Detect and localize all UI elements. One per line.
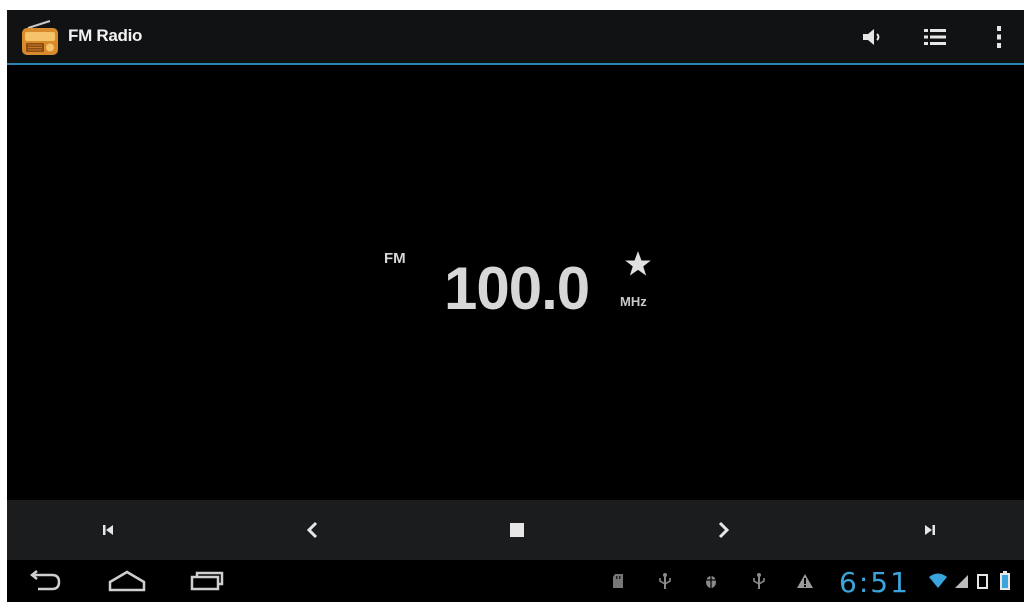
- back-icon: [29, 570, 61, 591]
- usb-debug-icon: [701, 571, 721, 591]
- playback-controls: [7, 500, 1024, 560]
- speaker-button[interactable]: [855, 20, 889, 54]
- overflow-menu-button[interactable]: [982, 20, 1016, 54]
- star-icon[interactable]: [624, 250, 652, 278]
- list-icon: [924, 29, 946, 45]
- screen: FM Radio FM 100.0 MHz 6:51: [7, 10, 1024, 602]
- battery-icon: [995, 571, 1015, 591]
- signal-strength-icon: [973, 571, 993, 591]
- usb-icon: [655, 571, 675, 591]
- speaker-icon: [863, 29, 880, 45]
- skip-next-icon: [925, 525, 935, 535]
- home-button[interactable]: [102, 567, 152, 595]
- action-bar: FM Radio: [7, 10, 1024, 65]
- app-title: FM Radio: [68, 26, 143, 45]
- seek-back-button[interactable]: [296, 514, 328, 546]
- recent-apps-icon: [190, 571, 224, 591]
- wifi-icon: [928, 571, 948, 591]
- band-label: FM: [384, 250, 406, 267]
- back-button[interactable]: [22, 567, 66, 595]
- recent-apps-button[interactable]: [185, 567, 229, 595]
- seek-back-icon: [306, 521, 318, 539]
- system-bar: 6:51: [7, 560, 1024, 602]
- seek-forward-button[interactable]: [708, 514, 740, 546]
- next-channel-button[interactable]: [914, 514, 946, 546]
- channel-list-button[interactable]: [918, 20, 952, 54]
- clock: 6:51: [839, 566, 910, 599]
- seek-forward-icon: [718, 521, 730, 539]
- stop-icon: [510, 523, 524, 537]
- frequency-unit: MHz: [620, 294, 647, 309]
- skip-previous-icon: [103, 525, 113, 535]
- radio-icon[interactable]: [20, 19, 60, 57]
- sd-card-icon: [609, 571, 629, 591]
- usb-icon: [749, 571, 769, 591]
- signal-icon: [951, 571, 971, 591]
- previous-channel-button[interactable]: [92, 514, 124, 546]
- overflow-menu-icon: [997, 26, 1001, 48]
- stop-button[interactable]: [501, 514, 533, 546]
- frequency-display: 100.0: [444, 255, 590, 322]
- home-icon: [108, 570, 146, 592]
- warning-icon: [795, 571, 815, 591]
